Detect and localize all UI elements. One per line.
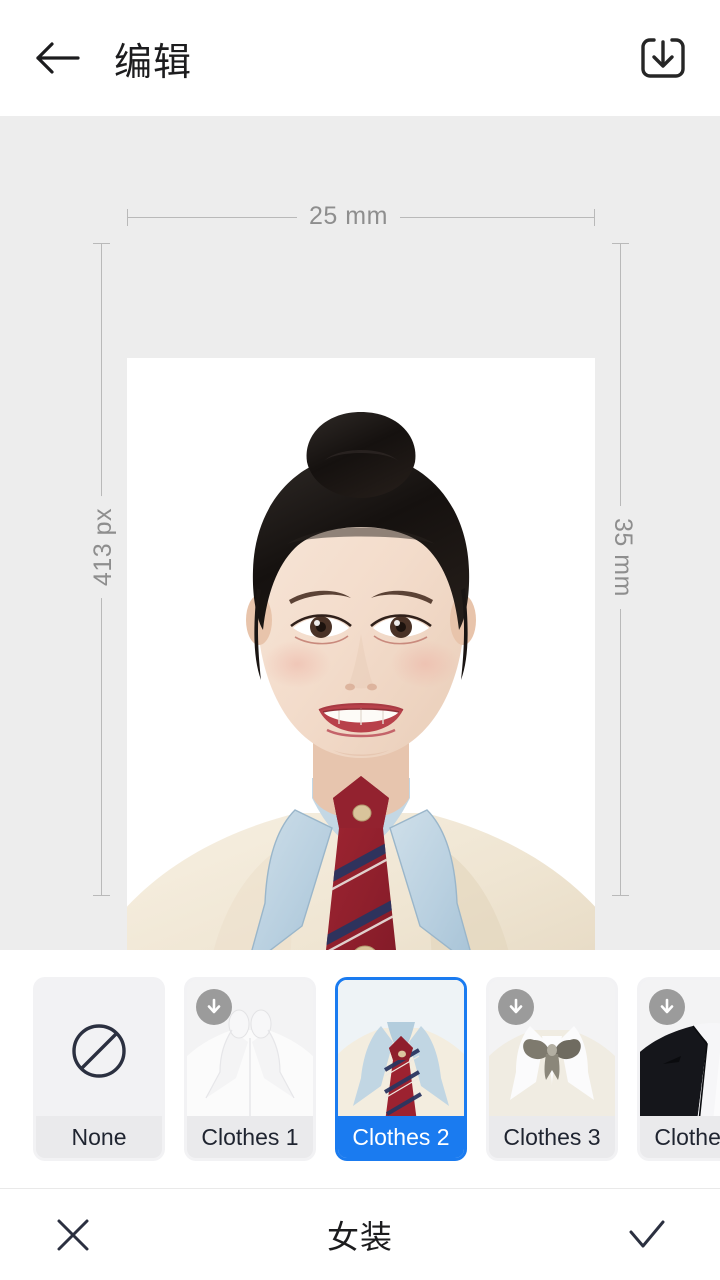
- dim-tick-right-top: [612, 243, 629, 244]
- clothes-carousel-area[interactable]: None: [0, 950, 720, 1188]
- clothes-card-1[interactable]: Clothes 1: [184, 977, 316, 1161]
- back-button[interactable]: [30, 30, 86, 86]
- bottom-bar-title: 女装: [100, 1212, 620, 1258]
- clothes-carousel[interactable]: None: [33, 977, 720, 1161]
- cancel-button[interactable]: [46, 1208, 100, 1262]
- download-badge-icon[interactable]: [196, 989, 232, 1025]
- clothes-card-2[interactable]: Clothes 2: [335, 977, 467, 1161]
- bottom-action-bar: 女装: [0, 1188, 720, 1280]
- dim-label-width-mm: 25 mm: [297, 202, 400, 231]
- download-badge-icon[interactable]: [498, 989, 534, 1025]
- clothes-card-3[interactable]: Clothes 3: [486, 977, 618, 1161]
- clothes-card-none[interactable]: None: [33, 977, 165, 1161]
- dim-tick-top-right: [594, 209, 595, 226]
- download-arrow-icon: [506, 997, 526, 1017]
- clothes-card-label: None: [36, 1116, 162, 1158]
- vest-tie-thumb: [338, 980, 464, 1122]
- dim-tick-left-top: [93, 243, 110, 244]
- page-title: 编辑: [114, 31, 192, 86]
- photo-canvas: 25 mm 413 px 35 mm 295 px: [0, 116, 720, 950]
- clothes-thumb-2: [338, 980, 464, 1122]
- portrait-image: [127, 358, 595, 950]
- download-badge-icon[interactable]: [649, 989, 685, 1025]
- dim-label-height-mm: 35 mm: [608, 506, 637, 609]
- dim-tick-right-bottom: [612, 895, 629, 896]
- clothes-card-4[interactable]: Clothes 4: [637, 977, 720, 1161]
- app-screen: 编辑 25 mm 413 px 35 mm 295 px: [0, 0, 720, 1280]
- arrow-left-icon: [35, 41, 81, 75]
- close-icon: [54, 1216, 92, 1254]
- download-box-icon: [639, 33, 687, 83]
- dim-label-height-px: 413 px: [89, 496, 118, 598]
- check-icon: [626, 1216, 668, 1254]
- confirm-button[interactable]: [620, 1208, 674, 1262]
- clothes-card-label: Clothes 4: [640, 1116, 720, 1158]
- clothes-card-label: Clothes 3: [489, 1116, 615, 1158]
- dim-tick-top-left: [127, 209, 128, 226]
- no-clothes-icon: [69, 1021, 129, 1081]
- clothes-card-label: Clothes 2: [338, 1116, 464, 1158]
- save-button[interactable]: [634, 29, 692, 87]
- dim-tick-left-bottom: [93, 895, 110, 896]
- download-arrow-icon: [204, 997, 224, 1017]
- app-header: 编辑: [0, 0, 720, 116]
- clothes-card-label: Clothes 1: [187, 1116, 313, 1158]
- none-thumb: [36, 980, 162, 1122]
- id-photo-preview[interactable]: [127, 358, 595, 950]
- download-arrow-icon: [657, 997, 677, 1017]
